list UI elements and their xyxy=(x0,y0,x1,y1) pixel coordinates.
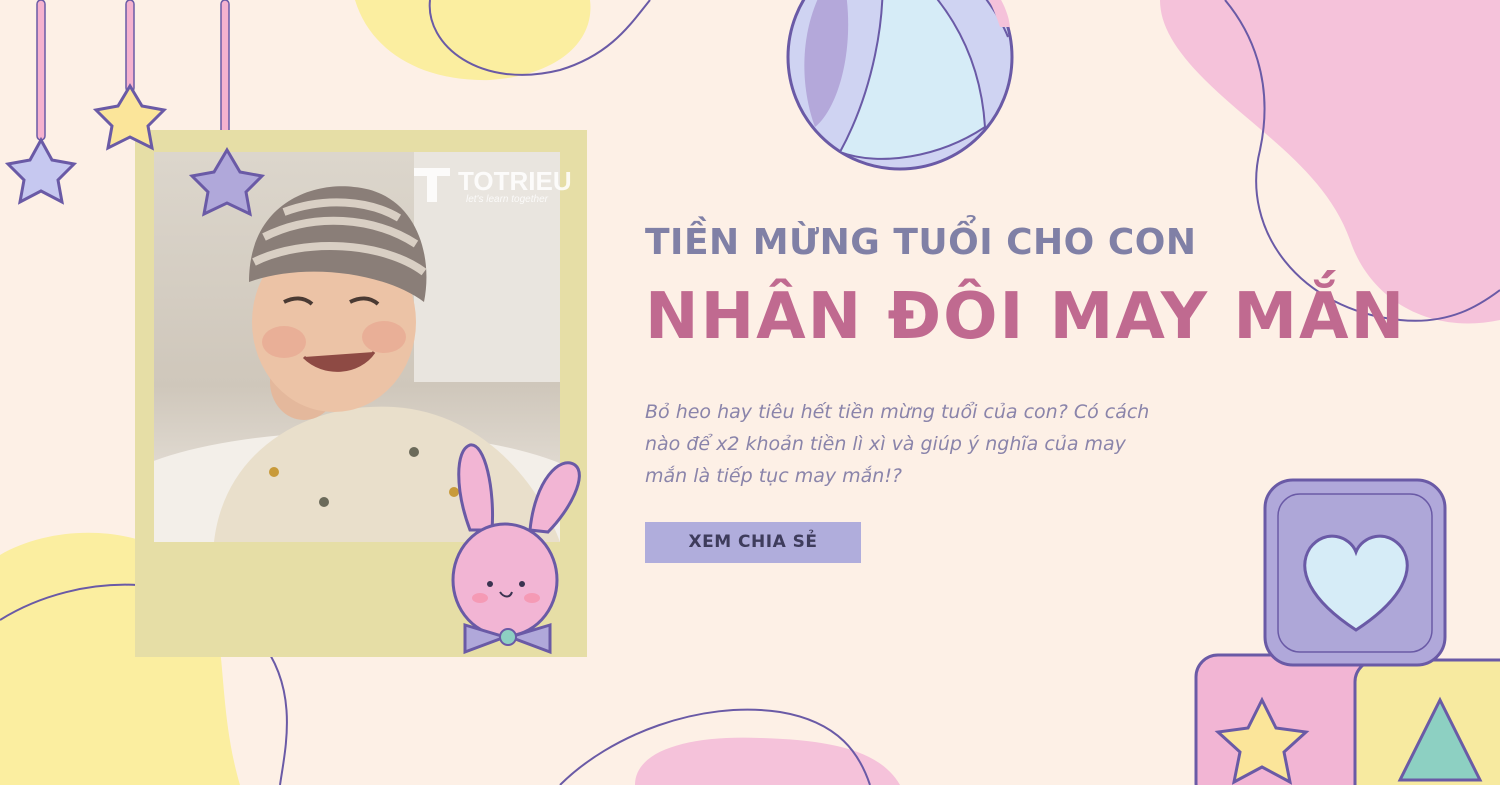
heading-small: TIỀN MỪNG TUỔI CHO CON xyxy=(645,222,1197,263)
star-icon-purple xyxy=(188,147,266,217)
foreground-decorations xyxy=(4,83,581,655)
bunny-icon xyxy=(451,443,581,655)
heading-big: NHÂN ĐÔI MAY MẮN xyxy=(645,280,1407,354)
view-share-button[interactable]: XEM CHIA SẺ xyxy=(645,522,861,563)
banner: TOTRIEU let's learn together TIỀN MỪNG T… xyxy=(0,0,1500,785)
star-icon-yellow xyxy=(92,83,168,151)
star-icon-left xyxy=(4,136,78,205)
description: Bỏ heo hay tiêu hết tiền mừng tuổi của c… xyxy=(645,401,1150,487)
